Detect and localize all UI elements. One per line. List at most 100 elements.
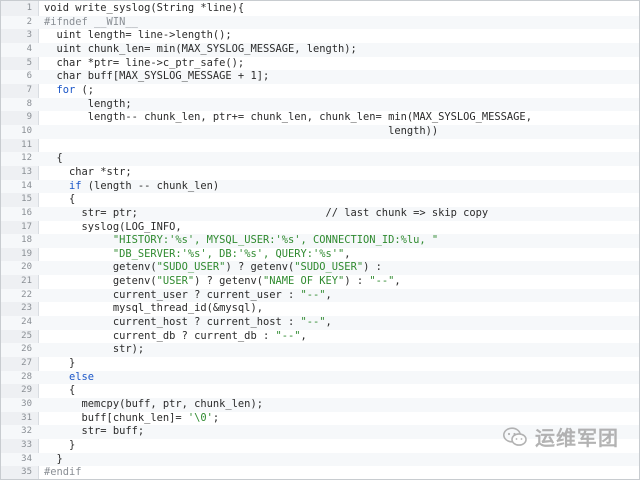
line-number: 12 — [21, 153, 32, 164]
code-text: str); — [44, 343, 144, 357]
code-line: 15 { — [1, 193, 639, 207]
code-token: current_host ? current_host : — [44, 316, 301, 329]
code-line: 30 memcpy(buff, ptr, chunk_len); — [1, 398, 639, 412]
code-token: length)) — [44, 124, 439, 137]
code-text: for (; — [44, 83, 95, 98]
code-line: 2 #ifndef __WIN__ — [1, 15, 639, 30]
code-line: 17 syslog(LOG_INFO, — [1, 221, 639, 235]
code-text: } — [44, 453, 63, 467]
line-number: 35 — [21, 467, 32, 478]
code-text: current_host ? current_host : "--", — [44, 316, 332, 330]
code-line: 14 if (length -- chunk_len) — [1, 179, 639, 194]
wechat-logo-icon — [503, 426, 527, 446]
code-token: (length -- chunk_len) — [81, 179, 220, 192]
code-token: memcpy(buff, ptr, chunk_len); — [44, 398, 263, 411]
code-text: char buff[MAX_SYSLOG_MESSAGE + 1]; — [44, 70, 270, 84]
code-line: 9 length-- chunk_len, ptr+= chunk_len, c… — [1, 111, 639, 125]
line-number: 33 — [21, 440, 32, 450]
keyword-token: for — [56, 83, 76, 96]
line-number: 32 — [21, 426, 32, 437]
code-line: 25 current_db ? current_db : "--", — [1, 330, 639, 344]
code-text: } — [44, 439, 75, 453]
code-token: syslog(LOG_INFO, — [44, 220, 182, 233]
string-token: "SUDO_USER" — [294, 261, 364, 274]
code-token: ) ? getenv( — [194, 275, 263, 288]
string-token: "HISTORY:'%s', MYSQL_USER:'%s', CONNECTI… — [112, 234, 439, 247]
code-line: 23 mysql_thread_id(&mysql), — [1, 302, 639, 316]
code-token: { — [44, 384, 76, 397]
code-text: } — [44, 357, 75, 371]
code-token: void write_syslog(String *line){ — [44, 2, 245, 14]
code-line: 27 } — [1, 357, 639, 371]
code-token: , — [344, 247, 351, 260]
line-number: 11 — [21, 139, 32, 150]
line-number: 26 — [21, 344, 32, 355]
code-text: char *str; — [44, 166, 132, 180]
code-text: char *ptr= line->c_ptr_safe(); — [44, 57, 245, 71]
line-number: 10 — [21, 125, 32, 136]
code-token: } — [44, 439, 76, 451]
line-number: 7 — [26, 84, 32, 95]
line-number: 19 — [21, 248, 32, 259]
code-token: ; — [212, 411, 220, 424]
code-line: 5 char *ptr= line->c_ptr_safe(); — [1, 57, 639, 71]
code-token: } — [44, 452, 63, 465]
line-number: 14 — [21, 180, 32, 191]
code-text: str= buff; — [44, 425, 145, 439]
code-line: 28 else — [1, 370, 639, 385]
code-token: getenv( — [44, 261, 157, 274]
code-text: void write_syslog(String *line){ — [44, 2, 244, 16]
code-text: "HISTORY:'%s', MYSQL_USER:'%s', CONNECTI… — [44, 234, 438, 248]
code-text: { — [44, 193, 75, 207]
code-text: length; — [44, 98, 132, 112]
code-token: , — [394, 275, 401, 288]
line-number: 6 — [26, 71, 32, 82]
preprocessor-token: #ifndef __WIN__ — [44, 15, 138, 28]
code-token: ) : — [344, 275, 370, 288]
line-number: 4 — [26, 43, 32, 54]
string-token: "--" — [369, 275, 395, 288]
code-text: if (length -- chunk_len) — [44, 180, 219, 194]
code-token: , — [300, 329, 307, 342]
code-line: 8 length; — [1, 97, 639, 112]
line-number: 24 — [21, 317, 32, 328]
code-token: length; — [44, 97, 132, 110]
line-number: 17 — [21, 221, 32, 232]
code-text: "DB_SERVER:'%s', DB:'%s', QUERY:'%s'", — [44, 248, 351, 262]
string-token: "SUDO_USER" — [156, 261, 226, 274]
code-text: str= ptr; // last chunk => skip copy — [44, 206, 489, 221]
code-text: length-- chunk_len, ptr+= chunk_len, chu… — [44, 111, 532, 125]
code-line: 19 "DB_SERVER:'%s', DB:'%s', QUERY:'%s'"… — [1, 248, 639, 262]
code-token: str= ptr; // last chunk => skip copy — [44, 206, 489, 219]
line-number: 25 — [21, 330, 32, 341]
line-number: 13 — [21, 166, 32, 177]
code-token: mysql_thread_id(&mysql), — [44, 302, 263, 315]
code-token: } — [44, 357, 76, 370]
line-number: 5 — [26, 57, 32, 68]
line-number: 29 — [21, 385, 32, 396]
line-number: 8 — [26, 98, 32, 109]
code-text: #ifndef __WIN__ — [44, 16, 138, 30]
watermark-text: 运维军团 — [535, 426, 619, 450]
code-line: 20 getenv("SUDO_USER") ? getenv("SUDO_US… — [1, 261, 639, 276]
code-text: getenv("SUDO_USER") ? getenv("SUDO_USER"… — [44, 261, 382, 275]
code-line: 16 str= ptr; // last chunk => skip copy — [1, 206, 639, 221]
code-token: , — [325, 288, 332, 301]
line-number: 9 — [26, 112, 32, 123]
keyword-token: if — [69, 179, 82, 192]
line-number: 1 — [26, 3, 32, 13]
line-number: 21 — [21, 276, 32, 287]
string-token: "--" — [275, 329, 301, 342]
keyword-token: else — [69, 370, 95, 383]
code-token: uint chunk_len= min(MAX_SYSLOG_MESSAGE, … — [44, 42, 357, 55]
line-number: 34 — [21, 453, 32, 464]
line-number: 16 — [21, 207, 32, 218]
string-token: "USER" — [156, 275, 195, 288]
code-token: current_db ? current_db : — [44, 329, 276, 342]
code-token: buff[chunk_len]= — [44, 411, 188, 424]
code-text: uint chunk_len= min(MAX_SYSLOG_MESSAGE, … — [44, 43, 357, 57]
